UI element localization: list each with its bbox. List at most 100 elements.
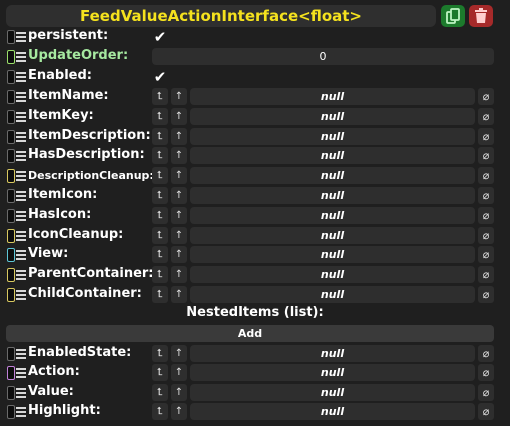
drag-handle-icon[interactable] bbox=[16, 71, 26, 83]
reference-value-field[interactable]: null bbox=[190, 187, 475, 204]
reference-value-field[interactable]: null bbox=[190, 147, 475, 165]
field-handle[interactable] bbox=[7, 248, 15, 263]
reference-value-field[interactable]: null bbox=[190, 88, 475, 105]
reset-reference-button[interactable]: ⮤ bbox=[152, 364, 168, 382]
reset-reference-button[interactable]: ⮤ bbox=[152, 402, 168, 420]
drag-handle-icon[interactable] bbox=[16, 367, 26, 379]
reset-reference-button[interactable]: ⮤ bbox=[152, 167, 168, 185]
duplicate-button[interactable] bbox=[441, 5, 465, 27]
parent-reference-button[interactable]: ↑ bbox=[171, 286, 187, 303]
reset-reference-button[interactable]: ⮤ bbox=[152, 107, 168, 125]
parent-reference-button[interactable]: ↑ bbox=[171, 383, 187, 401]
update-order-input[interactable]: 0 bbox=[152, 48, 494, 65]
field-handle[interactable] bbox=[7, 70, 15, 84]
reference-value-field[interactable]: null bbox=[190, 364, 475, 382]
add-item-button[interactable]: Add bbox=[6, 325, 494, 342]
parent-reference-button[interactable]: ↑ bbox=[171, 226, 187, 244]
delete-button[interactable] bbox=[469, 5, 493, 27]
reset-reference-button[interactable]: ⮤ bbox=[152, 127, 168, 145]
parent-reference-button[interactable]: ↑ bbox=[171, 402, 187, 420]
reference-value-field[interactable]: null bbox=[190, 206, 475, 224]
clear-reference-button[interactable]: ⌀ bbox=[478, 364, 494, 382]
drag-handle-icon[interactable] bbox=[16, 210, 26, 222]
clear-reference-button[interactable]: ⌀ bbox=[478, 246, 494, 264]
clear-reference-button[interactable]: ⌀ bbox=[478, 147, 494, 165]
parent-reference-button[interactable]: ↑ bbox=[171, 88, 187, 105]
field-handle[interactable] bbox=[7, 385, 15, 400]
clear-reference-button[interactable]: ⌀ bbox=[478, 167, 494, 185]
clear-reference-button[interactable]: ⌀ bbox=[478, 88, 494, 105]
reset-reference-button[interactable]: ⮤ bbox=[152, 88, 168, 105]
field-handle[interactable] bbox=[7, 169, 15, 184]
clear-reference-button[interactable]: ⌀ bbox=[478, 206, 494, 224]
drag-handle-icon[interactable] bbox=[16, 348, 26, 360]
field-handle[interactable] bbox=[7, 30, 15, 44]
reference-value-field[interactable]: null bbox=[190, 402, 475, 420]
reset-reference-button[interactable]: ⮤ bbox=[152, 286, 168, 303]
drag-handle-icon[interactable] bbox=[16, 269, 26, 281]
drag-handle-icon[interactable] bbox=[16, 91, 26, 103]
reference-value-field[interactable]: null bbox=[190, 246, 475, 264]
drag-handle-icon[interactable] bbox=[16, 51, 26, 63]
enabled-checkbox[interactable]: ✔ bbox=[152, 69, 168, 85]
reference-value-field[interactable]: null bbox=[190, 127, 475, 145]
field-handle[interactable] bbox=[7, 208, 15, 223]
reset-reference-button[interactable]: ⮤ bbox=[152, 206, 168, 224]
reference-value-field[interactable]: null bbox=[190, 345, 475, 362]
field-handle[interactable] bbox=[7, 404, 15, 419]
clear-reference-button[interactable]: ⌀ bbox=[478, 127, 494, 145]
clear-reference-button[interactable]: ⌀ bbox=[478, 402, 494, 420]
clear-reference-button[interactable]: ⌀ bbox=[478, 345, 494, 362]
component-header[interactable]: FeedValueActionInterface<float> bbox=[6, 5, 436, 27]
clear-reference-button[interactable]: ⌀ bbox=[478, 286, 494, 303]
field-handle[interactable] bbox=[7, 149, 15, 164]
clear-reference-button[interactable]: ⌀ bbox=[478, 107, 494, 125]
persistent-checkbox[interactable]: ✔ bbox=[152, 29, 168, 45]
drag-handle-icon[interactable] bbox=[16, 170, 26, 182]
parent-reference-button[interactable]: ↑ bbox=[171, 187, 187, 204]
parent-reference-button[interactable]: ↑ bbox=[171, 147, 187, 165]
reference-value-field[interactable]: null bbox=[190, 107, 475, 125]
field-handle[interactable] bbox=[7, 268, 15, 283]
drag-handle-icon[interactable] bbox=[16, 111, 26, 123]
reference-value-field[interactable]: null bbox=[190, 266, 475, 284]
parent-reference-button[interactable]: ↑ bbox=[171, 167, 187, 185]
drag-handle-icon[interactable] bbox=[16, 289, 26, 301]
reset-reference-button[interactable]: ⮤ bbox=[152, 345, 168, 362]
field-handle[interactable] bbox=[7, 366, 15, 381]
reset-reference-button[interactable]: ⮤ bbox=[152, 187, 168, 204]
drag-handle-icon[interactable] bbox=[16, 190, 26, 202]
field-handle[interactable] bbox=[7, 288, 15, 302]
reference-value-field[interactable]: null bbox=[190, 286, 475, 303]
drag-handle-icon[interactable] bbox=[16, 230, 26, 242]
parent-reference-button[interactable]: ↑ bbox=[171, 266, 187, 284]
parent-reference-button[interactable]: ↑ bbox=[171, 107, 187, 125]
reset-reference-button[interactable]: ⮤ bbox=[152, 383, 168, 401]
field-handle[interactable] bbox=[7, 50, 15, 64]
drag-handle-icon[interactable] bbox=[16, 406, 26, 418]
clear-reference-button[interactable]: ⌀ bbox=[478, 187, 494, 204]
reference-value-field[interactable]: null bbox=[190, 167, 475, 185]
reset-reference-button[interactable]: ⮤ bbox=[152, 266, 168, 284]
reference-value-field[interactable]: null bbox=[190, 383, 475, 401]
parent-reference-button[interactable]: ↑ bbox=[171, 364, 187, 382]
reference-value-field[interactable]: null bbox=[190, 226, 475, 244]
parent-reference-button[interactable]: ↑ bbox=[171, 246, 187, 264]
drag-handle-icon[interactable] bbox=[16, 387, 26, 399]
reset-reference-button[interactable]: ⮤ bbox=[152, 246, 168, 264]
drag-handle-icon[interactable] bbox=[16, 150, 26, 162]
clear-reference-button[interactable]: ⌀ bbox=[478, 266, 494, 284]
clear-reference-button[interactable]: ⌀ bbox=[478, 383, 494, 401]
clear-reference-button[interactable]: ⌀ bbox=[478, 226, 494, 244]
reset-reference-button[interactable]: ⮤ bbox=[152, 226, 168, 244]
parent-reference-button[interactable]: ↑ bbox=[171, 127, 187, 145]
field-handle[interactable] bbox=[7, 90, 15, 104]
reset-reference-button[interactable]: ⮤ bbox=[152, 147, 168, 165]
drag-handle-icon[interactable] bbox=[16, 131, 26, 143]
field-handle[interactable] bbox=[7, 129, 15, 144]
field-handle[interactable] bbox=[7, 347, 15, 361]
field-handle[interactable] bbox=[7, 228, 15, 243]
field-handle[interactable] bbox=[7, 189, 15, 203]
parent-reference-button[interactable]: ↑ bbox=[171, 345, 187, 362]
parent-reference-button[interactable]: ↑ bbox=[171, 206, 187, 224]
